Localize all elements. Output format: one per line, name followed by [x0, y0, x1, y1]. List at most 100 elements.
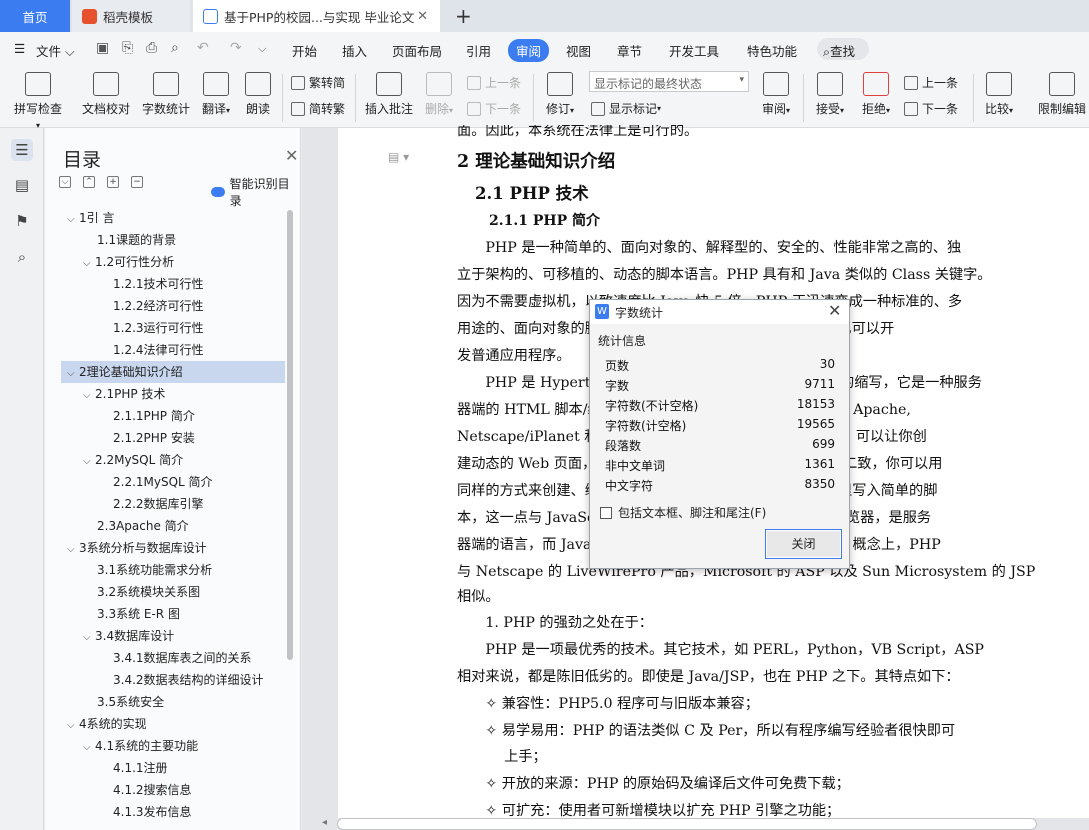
- toc-item[interactable]: ⌵ 1引 言: [61, 207, 285, 229]
- horizontal-scrollbar[interactable]: [337, 818, 1037, 830]
- toc-item[interactable]: 3.1系统功能需求分析: [61, 559, 285, 581]
- tab-template[interactable]: 稻壳模板: [72, 0, 190, 32]
- toc-item[interactable]: 2.2.2数据库引擎: [61, 493, 285, 515]
- new-tab-icon[interactable]: +: [455, 4, 472, 28]
- comment-icon: [376, 72, 402, 96]
- close-icon[interactable]: ✕: [417, 9, 428, 24]
- toc-item[interactable]: 4.1.3发布信息: [61, 801, 285, 819]
- reject-button[interactable]: 拒绝▾: [858, 72, 894, 117]
- chapter-nav-icon[interactable]: ▤: [11, 174, 33, 196]
- menu-insert[interactable]: 插入: [342, 41, 367, 60]
- toc-item[interactable]: ⌵ 2.2MySQL 简介: [61, 449, 285, 471]
- spell-check-button[interactable]: 拼写检查 ▾: [11, 72, 65, 131]
- delete-comment-icon: [426, 72, 452, 96]
- print-icon[interactable]: ⎙: [146, 40, 157, 56]
- toc-item[interactable]: ⌵ 1.2可行性分析: [61, 251, 285, 273]
- toc-item[interactable]: 3.4.1数据库表之间的关系: [61, 647, 285, 669]
- search-icon[interactable]: ⌕: [11, 246, 33, 268]
- close-button[interactable]: 关闭: [765, 529, 842, 559]
- close-icon[interactable]: ✕: [285, 146, 298, 165]
- collapse-all-icon[interactable]: ⌵: [59, 176, 71, 188]
- restrict-editing-button[interactable]: 限制编辑: [1036, 72, 1088, 117]
- toc-item[interactable]: 1.2.4法律可行性: [61, 339, 285, 361]
- toc-item[interactable]: 3.3系统 E-R 图: [61, 603, 285, 625]
- review-pane-button[interactable]: 审阅▾: [758, 72, 794, 117]
- search-button[interactable]: ⌕查找: [817, 38, 869, 60]
- bookmark-icon[interactable]: ⚑: [11, 210, 33, 232]
- undo-icon[interactable]: ↶: [197, 40, 209, 56]
- tab-home[interactable]: 首页: [0, 0, 70, 32]
- menu-file[interactable]: 文件 ⌵: [36, 41, 74, 60]
- insert-comment-button[interactable]: 插入批注: [363, 72, 415, 117]
- show-markup-label: 显示标记: [609, 102, 658, 116]
- tab-document[interactable]: 基于PHP的校园...与实现 毕业论文 ✕: [193, 0, 440, 32]
- remove-heading-icon[interactable]: −: [131, 176, 143, 188]
- delete-comment-button[interactable]: 删除▾: [421, 72, 457, 117]
- next-comment-button[interactable]: 下一条: [467, 100, 521, 117]
- menu-developer[interactable]: 开发工具: [669, 41, 719, 60]
- toc-item[interactable]: 1.1课题的背景: [61, 229, 285, 251]
- toc-scrollbar[interactable]: [287, 210, 293, 660]
- menu-references[interactable]: 引用: [466, 41, 491, 60]
- track-changes-button[interactable]: 修订▾: [541, 72, 579, 117]
- read-aloud-button[interactable]: 朗读: [243, 72, 273, 117]
- next-change-button[interactable]: 下一条: [904, 100, 958, 117]
- toc-item[interactable]: 2.1.2PHP 安装: [61, 427, 285, 449]
- menu-start[interactable]: 开始: [292, 41, 317, 60]
- translate-button[interactable]: 翻译▾: [198, 72, 234, 117]
- menu-special[interactable]: 特色功能: [747, 41, 797, 60]
- toc-item[interactable]: ⌵ 2.1PHP 技术: [61, 383, 285, 405]
- toc-panel-icon[interactable]: ☰: [11, 139, 33, 161]
- checkbox-box[interactable]: [600, 506, 612, 519]
- search-label: 查找: [830, 44, 856, 59]
- toc-item[interactable]: 1.2.3运行可行性: [61, 317, 285, 339]
- toc-item[interactable]: ⌵ 4系统的实现: [61, 713, 285, 735]
- next-change-icon: [904, 101, 918, 116]
- toc-item[interactable]: 3.2系统模块关系图: [61, 581, 285, 603]
- toc-item[interactable]: ⌵ 3系统分析与数据库设计: [61, 537, 285, 559]
- redo-icon[interactable]: ↷: [230, 40, 242, 56]
- toc-item[interactable]: ⌵ 3.4数据库设计: [61, 625, 285, 647]
- toc-item[interactable]: 4.1.1注册: [61, 757, 285, 779]
- preview-icon[interactable]: ⌕: [171, 40, 179, 56]
- menu-view[interactable]: 视图: [566, 41, 591, 60]
- accept-button[interactable]: 接受▾: [812, 72, 848, 117]
- proofread-button[interactable]: 文档校对: [80, 72, 132, 117]
- toc-item[interactable]: 3.5系统安全: [61, 691, 285, 713]
- menu-review[interactable]: 审阅: [508, 39, 550, 62]
- hamburger-icon[interactable]: ☰: [14, 41, 25, 56]
- show-markup-button[interactable]: 显示标记 ▾: [591, 100, 661, 117]
- menu-page-layout[interactable]: 页面布局: [392, 41, 442, 60]
- smart-toc-button[interactable]: 智能识别目录: [211, 175, 300, 209]
- paragraph-marker-icon[interactable]: ▤ ▾: [388, 150, 409, 164]
- word-count-label: 字数统计: [141, 102, 190, 116]
- toc-item-selected[interactable]: ⌵ 2理论基础知识介绍: [61, 361, 285, 383]
- toc-item[interactable]: 1.2.2经济可行性: [61, 295, 285, 317]
- toc-item[interactable]: 4.1.2搜索信息: [61, 779, 285, 801]
- prev-comment-button[interactable]: 上一条: [467, 74, 521, 91]
- toc-item[interactable]: 2.3Apache 简介: [61, 515, 285, 537]
- menu-chapter[interactable]: 章节: [617, 41, 642, 60]
- dialog-titlebar[interactable]: W 字数统计 ✕: [590, 300, 849, 324]
- expand-all-icon[interactable]: ⌃: [83, 176, 95, 188]
- add-heading-icon[interactable]: +: [107, 176, 119, 188]
- close-icon[interactable]: ✕: [828, 301, 841, 320]
- toc-item[interactable]: 2.2.1MySQL 简介: [61, 471, 285, 493]
- word-count-button[interactable]: 字数统计: [140, 72, 192, 117]
- customize-dropdown-icon[interactable]: ⌵: [258, 42, 266, 56]
- simp-to-trad-button[interactable]: 简转繁: [291, 100, 345, 117]
- prev-change-button[interactable]: 上一条: [904, 74, 958, 91]
- save-icon[interactable]: ▣: [96, 40, 109, 56]
- toc-item[interactable]: 3.4.2数据表结构的详细设计: [61, 669, 285, 691]
- scroll-left-icon[interactable]: ◂: [322, 817, 327, 828]
- toc-item[interactable]: 1.2.1技术可行性: [61, 273, 285, 295]
- export-icon[interactable]: ⎘: [122, 40, 133, 56]
- toc-item-label: 3.4数据库设计: [95, 629, 175, 643]
- compare-button[interactable]: 比较▾: [981, 72, 1017, 117]
- markup-state-dropdown[interactable]: 显示标记的最终状态 ▾: [589, 71, 749, 92]
- include-textbox-checkbox[interactable]: 包括文本框、脚注和尾注(F): [600, 504, 766, 521]
- trad-to-simp-button[interactable]: 繁转简: [291, 74, 345, 91]
- search-icon: ⌕: [823, 44, 831, 59]
- toc-item[interactable]: ⌵ 4.1系统的主要功能: [61, 735, 285, 757]
- toc-item[interactable]: 2.1.1PHP 简介: [61, 405, 285, 427]
